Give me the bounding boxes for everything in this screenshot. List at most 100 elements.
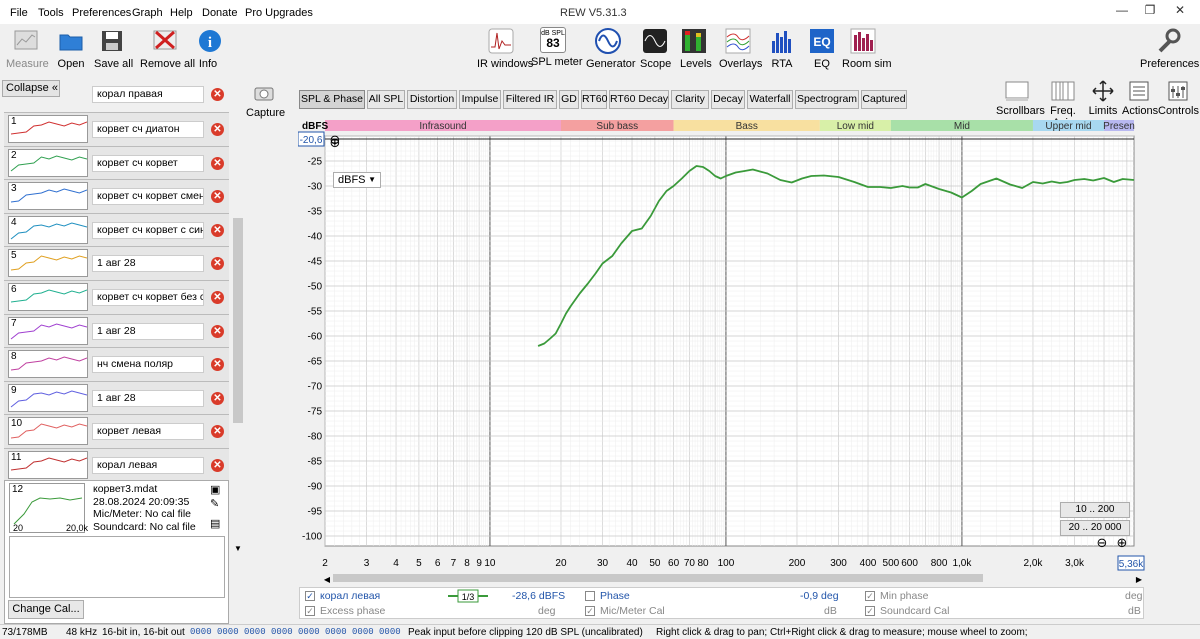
tab-rt60-decay[interactable]: RT60 Decay (609, 90, 669, 109)
maximize-icon[interactable]: ❐ (1134, 3, 1166, 21)
measurement-name[interactable]: корвет сч корвет смена (92, 188, 204, 206)
x-scrollbar-thumb[interactable] (333, 574, 983, 582)
pen-icon[interactable]: ✎ (210, 497, 219, 510)
collapse-button[interactable]: Collapse « (2, 80, 60, 97)
measurement-row[interactable]: 2 корвет сч корвет ✕ (4, 145, 229, 180)
delete-icon[interactable]: ✕ (211, 291, 224, 304)
mic-meter-cal-checkbox[interactable]: ✓ (585, 606, 595, 616)
x-zoom-in-icon[interactable]: ⊕ (1117, 536, 1128, 551)
eq-button[interactable]: EQ EQ (808, 27, 836, 70)
tab-captured[interactable]: Captured (861, 90, 907, 109)
measurement-name[interactable]: корвет сч диатон (92, 121, 204, 138)
close-icon[interactable]: ✕ (1164, 3, 1196, 21)
tab-decay[interactable]: Decay (711, 90, 745, 109)
menu-pro-upgrades[interactable]: Pro Upgrades (245, 7, 313, 19)
min-phase-checkbox[interactable]: ✓ (865, 591, 875, 601)
scroll-right-icon[interactable]: ▶ (1136, 575, 1143, 584)
delete-icon[interactable]: ✕ (211, 88, 224, 101)
measurement-row[interactable]: 4 корвет сч корвет с синт ✕ (4, 212, 229, 247)
delete-icon[interactable]: ✕ (211, 223, 224, 237)
phase-checkbox[interactable] (585, 591, 595, 601)
delete-icon[interactable]: ✕ (211, 391, 224, 405)
measurement-name[interactable]: 1 авг 28 (92, 322, 204, 340)
range-10-200-button[interactable]: 10 .. 200 (1060, 502, 1130, 518)
delete-icon[interactable]: ✕ (211, 156, 224, 170)
measurement-row[interactable]: 10 корвет левая ✕ (4, 414, 229, 449)
measurement-name[interactable]: корвет левая (92, 423, 204, 441)
measurement-name[interactable]: корвет сч корвет (92, 154, 204, 172)
tab-distortion[interactable]: Distortion (407, 90, 457, 109)
delete-icon[interactable]: ✕ (211, 257, 224, 271)
menu-graph[interactable]: Graph (132, 7, 163, 19)
measurement-row[interactable]: 5 1 авг 28 ✕ (4, 246, 229, 281)
save-icon[interactable]: ▣ (210, 483, 220, 496)
soundcard-cal-checkbox[interactable]: ✓ (865, 606, 875, 616)
scrollbars-button[interactable]: Scrollbars (996, 80, 1045, 117)
menu-preferences[interactable]: Preferences (72, 7, 131, 19)
measurement-name[interactable]: нч смена поляр (92, 356, 204, 374)
capture-button[interactable]: Capture (246, 82, 285, 119)
menu-donate[interactable]: Donate (202, 7, 237, 19)
limits-button[interactable]: Limits (1088, 80, 1118, 117)
tab-waterfall[interactable]: Waterfall (747, 90, 793, 109)
preferences-button[interactable]: Preferences (1140, 27, 1199, 70)
measurement-name[interactable]: корвет сч корвет с синт (92, 221, 204, 239)
delete-icon[interactable]: ✕ (211, 123, 224, 136)
tab-clarity[interactable]: Clarity (671, 90, 709, 109)
top-measurement-name[interactable]: корал правая (92, 86, 204, 103)
delete-icon[interactable]: ✕ (211, 425, 224, 439)
measurement-name[interactable]: 1 авг 28 (92, 255, 204, 273)
menu-help[interactable]: Help (170, 7, 193, 19)
overlays-button[interactable]: Overlays (719, 27, 762, 70)
zoom-out-icon[interactable]: ⊖ (330, 133, 341, 148)
measurement-name[interactable]: 1 авг 28 (92, 389, 204, 407)
rta-button[interactable]: RTA (768, 27, 796, 70)
document-icon[interactable]: ▤ (210, 517, 220, 530)
scope-button[interactable]: Scope (640, 27, 671, 70)
tab-filtered-ir[interactable]: Filtered IR (503, 90, 557, 109)
menu-tools[interactable]: Tools (38, 7, 64, 19)
measurement-row[interactable]: 11 корал левая ✕ (4, 448, 229, 482)
measurement-row[interactable]: 7 1 авг 28 ✕ (4, 313, 229, 348)
unit-select[interactable]: dBFS ▼ (333, 172, 381, 188)
tab-all-spl[interactable]: All SPL (367, 90, 405, 109)
measure-button[interactable]: Measure (6, 27, 49, 70)
notes-field[interactable] (9, 536, 225, 598)
trace-checkbox[interactable]: ✓ (305, 591, 315, 601)
scroll-left-icon[interactable]: ◀ (324, 575, 331, 584)
open-button[interactable]: Open (55, 27, 87, 70)
tab-gd[interactable]: GD (559, 90, 579, 109)
generator-button[interactable]: Generator (586, 27, 636, 70)
delete-icon[interactable]: ✕ (211, 358, 224, 372)
tab-impulse[interactable]: Impulse (459, 90, 501, 109)
levels-button[interactable]: Levels (680, 27, 712, 70)
tab-spectrogram[interactable]: Spectrogram (795, 90, 859, 109)
measurement-row[interactable]: 3 корвет сч корвет смена ✕ (4, 179, 229, 214)
actions-button[interactable]: Actions (1122, 80, 1158, 117)
spl-chart[interactable]: Infrasound Sub bass Bass Low mid Mid Upper mi… (298, 116, 1146, 586)
delete-icon[interactable]: ✕ (211, 190, 224, 204)
menu-file[interactable]: File (10, 7, 28, 19)
smoothing-indicator[interactable]: 1/3 (448, 589, 488, 603)
excess-phase-checkbox[interactable]: ✓ (305, 606, 315, 616)
sidebar-scrollbar[interactable] (233, 218, 243, 423)
remove-all-button[interactable]: Remove all (140, 27, 195, 70)
delete-icon[interactable]: ✕ (211, 324, 224, 338)
measurement-name[interactable]: корвет сч корвет без си (92, 289, 204, 306)
delete-icon[interactable]: ✕ (211, 459, 224, 472)
measurement-row[interactable]: 6 корвет сч корвет без си ✕ (4, 280, 229, 314)
info-button[interactable]: i Info (196, 27, 221, 70)
range-20-20000-button[interactable]: 20 .. 20 000 (1060, 520, 1130, 536)
x-zoom-out-icon[interactable]: ⊖ (1097, 536, 1108, 551)
measurement-row[interactable]: 8 нч смена поляр ✕ (4, 347, 229, 382)
save-all-button[interactable]: Save all (94, 27, 133, 70)
scroll-down-icon[interactable]: ▼ (234, 544, 242, 553)
measurement-row[interactable]: 1 корвет сч диатон ✕ (4, 112, 229, 146)
tab-spl-phase[interactable]: SPL & Phase (299, 90, 365, 109)
controls-button[interactable]: Controls (1158, 80, 1199, 117)
spl-meter-button[interactable]: dB SPL 83 SPL meter (531, 27, 583, 68)
measurement-name[interactable]: корал левая (92, 457, 204, 474)
tab-rt60[interactable]: RT60 (581, 90, 608, 109)
measurement-row[interactable]: 9 1 авг 28 ✕ (4, 380, 229, 415)
room-sim-button[interactable]: Room sim (842, 27, 892, 70)
